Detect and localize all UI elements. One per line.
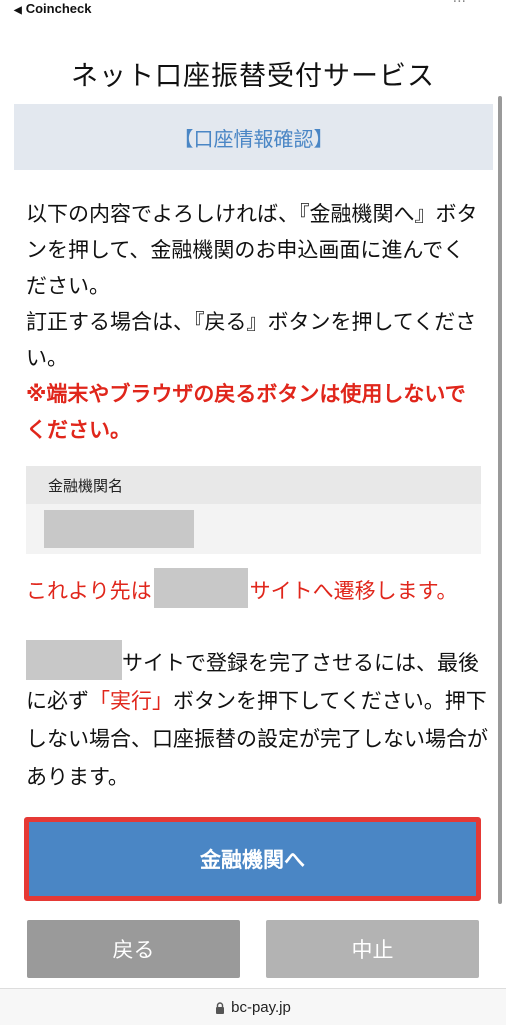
bank-name-label: 金融機関名 xyxy=(26,466,481,504)
section-header-label: 【口座情報確認】 xyxy=(173,126,334,151)
redacted-bank-name xyxy=(44,510,194,548)
page-title: ネット口座振替受付サービス xyxy=(71,61,435,92)
browser-back-warning: ※端末やブラウザの戻るボタンは使用しないでください。 xyxy=(26,382,466,442)
intro-text: 以下の内容でよろしければ、『金融機関へ』ボタンを押して、金融機関のお申込画面に進… xyxy=(26,196,484,448)
transition-prefix: これより先は xyxy=(26,579,152,603)
intro-line-2: 訂正する場合は、『戻る』ボタンを押してください。 xyxy=(26,310,477,370)
redacted-site-name xyxy=(153,568,248,608)
bank-name-value xyxy=(26,504,481,554)
intro-line-1: 以下の内容でよろしければ、『金融機関へ』ボタンを押して、金融機関のお申込画面に進… xyxy=(26,202,478,298)
redacted-site-name-2 xyxy=(26,640,122,680)
to-financial-institution-button[interactable]: 金融機関へ xyxy=(24,817,481,901)
transition-notice: これより先は サイトへ遷移します。 xyxy=(26,568,484,610)
transition-suffix: サイトへ遷移します。 xyxy=(249,579,458,603)
completion-notice: サイトで登録を完了させるには、最後に必ず「実行」ボタンを押下してください。押下し… xyxy=(26,640,488,796)
back-to-app-button[interactable]: ◀ Coincheck xyxy=(14,1,91,16)
url-bar[interactable]: bc-pay.jp xyxy=(0,988,506,1025)
cancel-button[interactable]: 中止 xyxy=(266,920,479,978)
lock-icon xyxy=(216,1002,225,1014)
status-bar: ◀ Coincheck ··· xyxy=(0,0,506,22)
url-text: bc-pay.jp xyxy=(231,998,291,1016)
section-header: 【口座情報確認】 xyxy=(14,104,493,170)
back-triangle-icon: ◀ xyxy=(14,5,22,16)
back-app-label: Coincheck xyxy=(25,1,92,16)
exec-label: 「実行」 xyxy=(89,689,173,713)
back-button[interactable]: 戻る xyxy=(27,920,240,978)
scrollbar[interactable] xyxy=(498,96,502,904)
bank-info-table: 金融機関名 xyxy=(26,466,481,554)
status-indicators: ··· xyxy=(452,0,466,10)
